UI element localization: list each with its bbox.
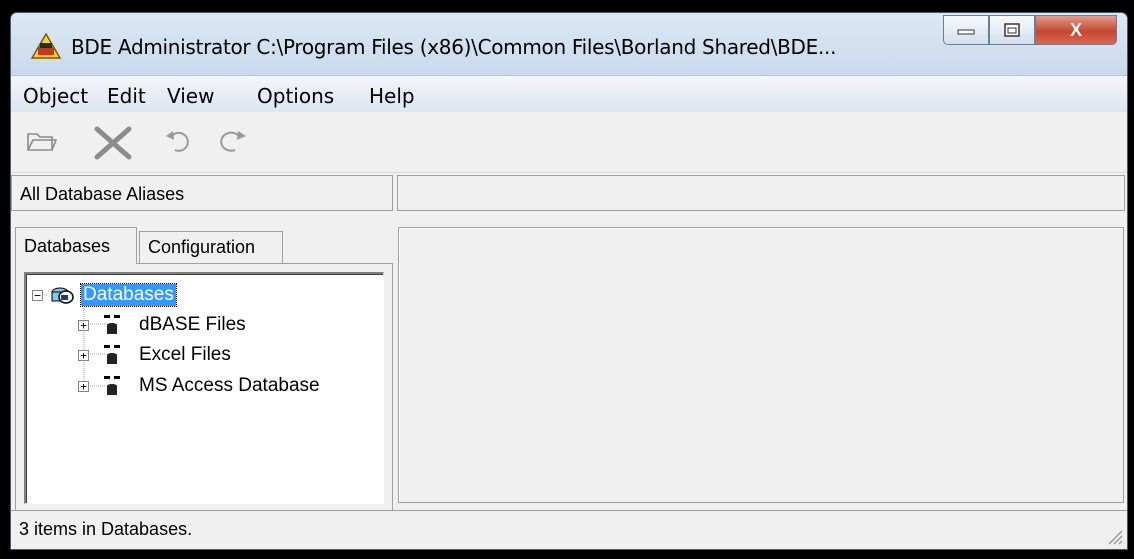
tree-node-excel-files[interactable]: + Excel Files — [78, 341, 231, 369]
expand-icon[interactable]: + — [78, 380, 89, 392]
menu-bar: Object Edit View Options Help — [11, 75, 1127, 113]
menu-options[interactable]: Options — [257, 84, 334, 108]
bde-app-icon[interactable] — [31, 33, 61, 59]
tree-node-dbase-files[interactable]: + dBASE Files — [78, 311, 246, 339]
bde-administrator-window: BDE Administrator C:\Program Files (x86)… — [10, 12, 1128, 550]
undo-icon[interactable] — [163, 126, 195, 154]
right-panel-header — [397, 175, 1125, 211]
menu-object[interactable]: Object — [23, 84, 88, 108]
definition-pane[interactable] — [398, 227, 1124, 503]
tree-label-ms-access-database: MS Access Database — [139, 375, 320, 396]
tree-node-ms-access-database[interactable]: + MS Access Database — [78, 372, 320, 400]
close-icon: X — [1069, 19, 1082, 40]
expand-icon[interactable]: + — [78, 319, 89, 331]
menu-edit[interactable]: Edit — [107, 84, 146, 108]
minimize-button[interactable] — [943, 15, 989, 45]
window-title: BDE Administrator C:\Program Files (x86)… — [71, 35, 837, 59]
database-alias-icon — [104, 315, 120, 334]
menu-view[interactable]: View — [167, 84, 214, 108]
minimize-icon — [957, 29, 975, 35]
open-icon[interactable] — [25, 126, 57, 156]
database-alias-icon — [104, 345, 120, 364]
tab-panel-databases: − Databases + dBASE Files + Excel Files … — [15, 263, 393, 515]
tab-databases-label: Databases — [24, 236, 111, 256]
title-bar[interactable]: BDE Administrator C:\Program Files (x86)… — [11, 13, 1127, 75]
tab-configuration[interactable]: Configuration — [139, 231, 283, 263]
toolbar — [11, 112, 1127, 173]
caption-buttons: X — [943, 15, 1117, 49]
maximize-button[interactable] — [989, 15, 1035, 45]
menu-help[interactable]: Help — [369, 84, 415, 108]
close-button[interactable]: X — [1035, 15, 1117, 45]
collapse-icon[interactable]: − — [32, 289, 43, 301]
redo-icon[interactable] — [213, 126, 249, 154]
expand-icon[interactable]: + — [78, 349, 89, 361]
tree-label-excel-files: Excel Files — [139, 344, 231, 365]
delete-icon[interactable] — [93, 126, 133, 160]
tab-configuration-label: Configuration — [148, 237, 256, 257]
left-header-label: All Database Aliases — [20, 184, 185, 204]
status-bar: 3 items in Databases. — [11, 510, 1127, 549]
tree-label-databases: Databases — [80, 283, 177, 307]
maximize-icon — [1004, 23, 1020, 37]
left-pane: Databases Configuration − Databases + dB… — [11, 227, 397, 515]
left-panel-header: All Database Aliases — [11, 175, 393, 211]
tree-node-databases[interactable]: − Databases — [32, 281, 177, 309]
database-tree[interactable]: − Databases + dBASE Files + Excel Files … — [24, 272, 384, 504]
databases-icon — [51, 287, 74, 304]
database-alias-icon — [104, 376, 120, 395]
tree-label-dbase-files: dBASE Files — [139, 314, 246, 335]
tab-databases[interactable]: Databases — [15, 227, 137, 264]
status-text: 3 items in Databases. — [19, 519, 193, 539]
resize-grip-icon[interactable] — [1105, 527, 1123, 545]
